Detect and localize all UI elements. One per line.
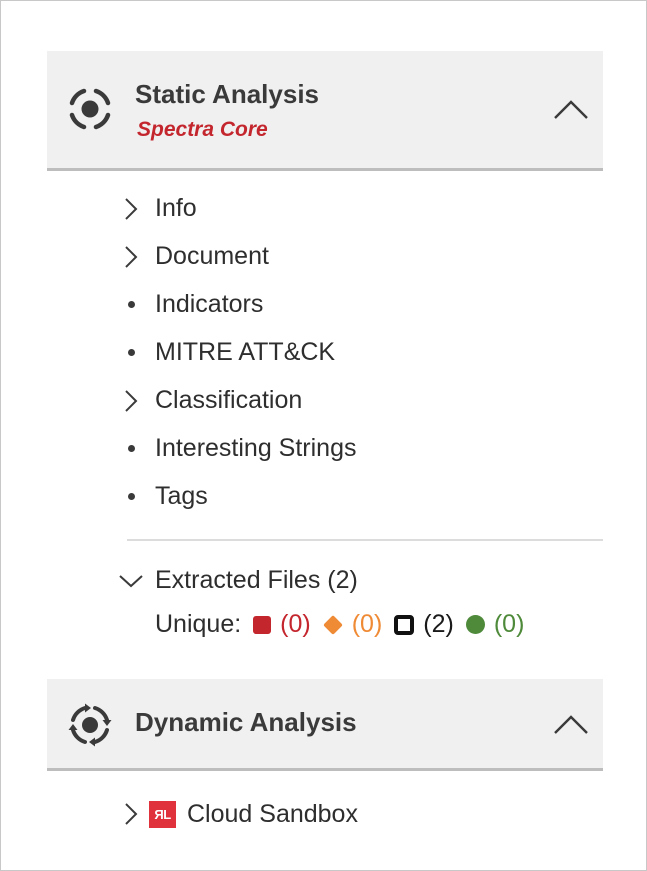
suspicious-count[interactable]: (0) xyxy=(322,610,383,639)
panel-title: Dynamic Analysis xyxy=(135,707,357,737)
nav-item-info[interactable]: Info xyxy=(122,191,357,239)
cloud-sandbox-label: Cloud Sandbox xyxy=(187,799,358,828)
unknown-count[interactable]: (2) xyxy=(394,610,454,639)
target-scan-icon xyxy=(69,88,111,130)
unique-files-summary: Unique: (0) (0) (2) (0) xyxy=(155,610,536,639)
chevron-up-icon[interactable] xyxy=(553,99,589,121)
nav-item-cloud-sandbox[interactable]: ЯL Cloud Sandbox xyxy=(122,797,358,831)
nav-item-label: Interesting Strings xyxy=(155,434,357,462)
chevron-right-icon xyxy=(122,239,155,269)
count-value: (0) xyxy=(351,610,383,638)
nav-item-classification[interactable]: Classification xyxy=(122,383,357,431)
chevron-right-icon xyxy=(122,797,149,831)
green-circle-icon xyxy=(465,615,485,634)
static-analysis-nav: Info Document Indicators MITRE ATT&CK Cl… xyxy=(122,191,357,527)
chevron-down-icon xyxy=(118,563,155,597)
unique-label: Unique: xyxy=(155,610,242,638)
count-value: (0) xyxy=(493,610,525,638)
reversinglabs-logo-icon: ЯL xyxy=(149,800,176,828)
extracted-files-label: Extracted Files (2) xyxy=(155,566,358,594)
nav-item-label: Info xyxy=(155,194,197,222)
bullet-icon xyxy=(122,287,155,317)
chevron-right-icon xyxy=(122,383,155,413)
nav-item-interesting-strings[interactable]: Interesting Strings xyxy=(122,431,357,479)
bullet-icon xyxy=(122,431,155,461)
chevron-up-icon[interactable] xyxy=(553,714,589,736)
nav-item-label: Tags xyxy=(155,482,208,510)
static-analysis-header[interactable]: Static Analysis Spectra Core xyxy=(47,51,603,171)
count-value: (2) xyxy=(423,610,454,638)
nav-item-document[interactable]: Document xyxy=(122,239,357,287)
nav-item-label: MITRE ATT&CK xyxy=(155,338,336,366)
red-square-icon xyxy=(253,615,272,634)
rotating-scan-icon xyxy=(68,703,112,747)
nav-item-label: Document xyxy=(155,242,269,270)
nav-item-tags[interactable]: Tags xyxy=(122,479,357,527)
nav-item-mitre[interactable]: MITRE ATT&CK xyxy=(122,335,357,383)
divider xyxy=(127,539,603,541)
goodware-count[interactable]: (0) xyxy=(465,610,525,639)
malicious-count[interactable]: (0) xyxy=(253,610,311,639)
chevron-right-icon xyxy=(122,191,155,221)
count-value: (0) xyxy=(280,610,311,638)
nav-item-label: Classification xyxy=(155,386,303,414)
dynamic-analysis-header[interactable]: Dynamic Analysis xyxy=(47,679,603,771)
panel-title: Static Analysis xyxy=(135,79,320,109)
bullet-icon xyxy=(122,335,155,365)
bullet-icon xyxy=(122,479,155,509)
orange-diamond-icon xyxy=(322,614,343,635)
nav-item-label: Indicators xyxy=(155,290,264,318)
nav-item-indicators[interactable]: Indicators xyxy=(122,287,357,335)
nav-item-extracted-files[interactable]: Extracted Files (2) xyxy=(118,563,358,597)
black-square-icon xyxy=(394,614,415,635)
panel-subtitle: Spectra Core xyxy=(137,118,268,141)
